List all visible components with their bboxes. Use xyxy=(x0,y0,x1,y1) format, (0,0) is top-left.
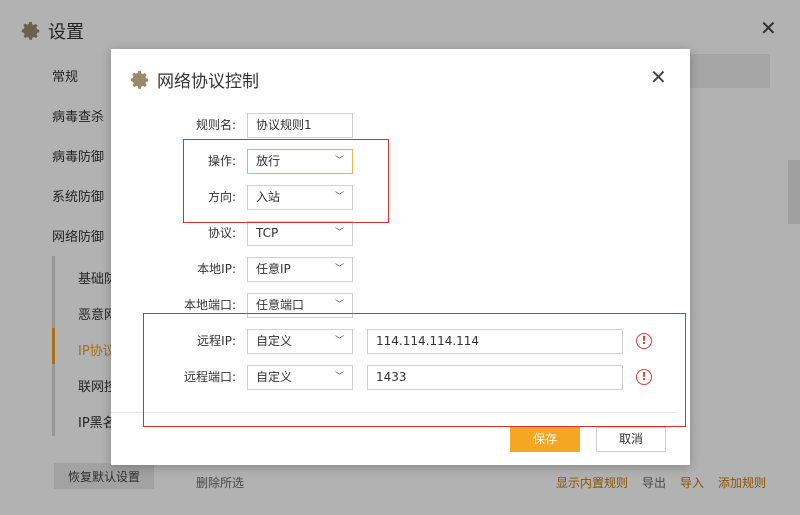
gear-icon xyxy=(130,70,149,89)
protocol-label: 协议: xyxy=(207,226,236,240)
local-ip-value: 任意IP xyxy=(256,262,291,276)
local-ip-select[interactable]: 任意IP ﹀ xyxy=(247,257,353,282)
protocol-value: TCP xyxy=(256,226,279,240)
rule-name-input[interactable]: 协议规则1 xyxy=(247,113,353,138)
cancel-button[interactable]: 取消 xyxy=(596,427,666,452)
close-icon[interactable]: ✕ xyxy=(650,67,667,87)
local-ip-label: 本地IP: xyxy=(197,262,236,276)
dialog-title: 网络协议控制 xyxy=(129,67,259,92)
chevron-down-icon: ﹀ xyxy=(334,228,344,238)
highlight-box-remote xyxy=(143,313,686,427)
dialog-title-text: 网络协议控制 xyxy=(157,72,259,92)
protocol-select[interactable]: TCP ﹀ xyxy=(247,221,353,246)
local-port-value: 任意端口 xyxy=(256,298,305,312)
save-button[interactable]: 保存 xyxy=(510,427,580,452)
chevron-down-icon: ﹀ xyxy=(334,264,344,274)
highlight-box-operation-direction xyxy=(183,139,389,223)
rule-name-label: 规则名: xyxy=(195,118,236,132)
